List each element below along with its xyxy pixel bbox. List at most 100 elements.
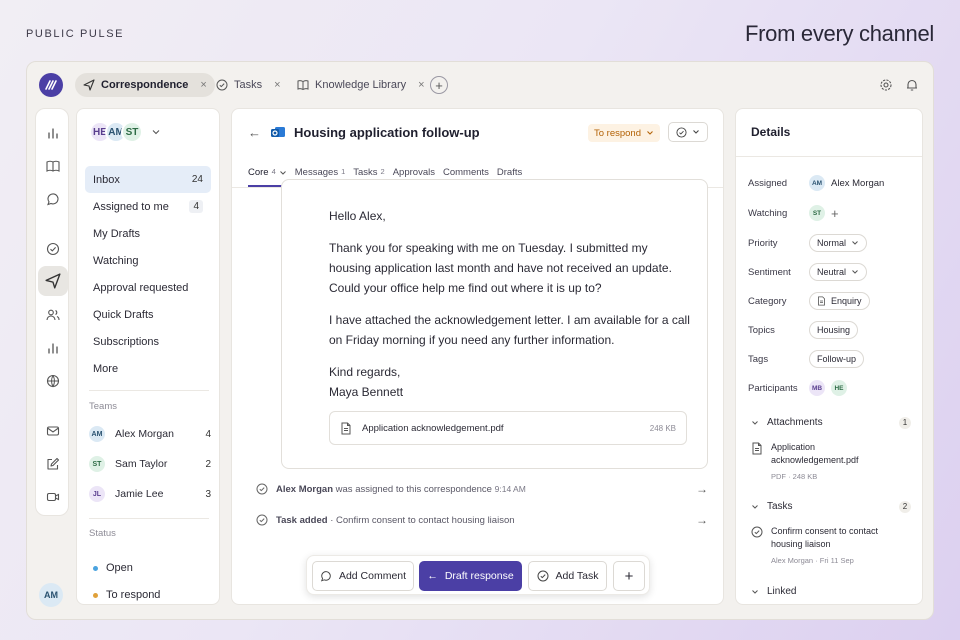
detail-label: Sentiment — [748, 266, 791, 278]
email-message: Hello Alex, Thank you for speaking with … — [281, 179, 708, 469]
task-item[interactable]: Confirm consent to contact housing liais… — [751, 525, 911, 567]
nav-label: Quick Drafts — [93, 308, 154, 321]
avatar-group[interactable]: HE AM ST — [89, 121, 161, 143]
close-icon[interactable]: × — [200, 79, 206, 91]
avatar: ST — [809, 205, 825, 221]
status-item-to-respond[interactable]: To respond — [93, 589, 160, 601]
status-badge[interactable]: To respond — [588, 124, 661, 142]
detail-category: Category Enquiry — [748, 291, 918, 311]
pill-value: Housing — [817, 325, 851, 335]
nav-assigned-to-me[interactable]: Assigned to me 4 — [85, 193, 211, 220]
user-avatar[interactable]: AM — [39, 583, 63, 607]
book-icon[interactable] — [44, 157, 62, 175]
detail-priority: Priority Normal — [748, 233, 918, 253]
bell-icon[interactable] — [905, 78, 919, 92]
book-icon — [297, 80, 309, 91]
close-icon[interactable]: × — [274, 79, 280, 91]
nav-subscriptions[interactable]: Subscriptions — [85, 328, 211, 355]
send-icon[interactable] — [38, 266, 68, 296]
nav-watching[interactable]: Watching — [85, 247, 211, 274]
logo-icon[interactable] — [39, 73, 63, 97]
email-signature: Maya Bennett — [329, 385, 404, 399]
tab-label: Tasks — [353, 167, 378, 178]
email-signoff: Kind regards, — [329, 365, 401, 379]
detail-label: Participants — [748, 382, 798, 394]
add-task-button[interactable]: Add Task — [528, 561, 607, 591]
arrow-right-icon[interactable]: → — [696, 482, 708, 496]
globe-icon[interactable] — [44, 372, 62, 390]
avatar: JL — [89, 486, 105, 502]
analytics-icon[interactable] — [44, 124, 62, 142]
users-icon[interactable] — [44, 306, 62, 324]
tasks-section[interactable]: Tasks 2 — [751, 500, 911, 513]
team-name: Sam Taylor — [115, 458, 168, 470]
close-icon[interactable]: × — [418, 79, 424, 91]
tagline: From every channel — [744, 21, 934, 46]
top-bar: Correspondence × Tasks × Knowledge Libra… — [27, 62, 933, 108]
status-item-open[interactable]: Open — [93, 562, 133, 574]
topic-pill[interactable]: Housing — [809, 321, 859, 339]
document-icon — [818, 296, 825, 306]
back-arrow-icon[interactable]: ← — [248, 125, 261, 140]
attachment-card[interactable]: Application acknowledgement.pdf 248 KB — [329, 411, 687, 445]
nav-quick-drafts[interactable]: Quick Drafts — [85, 301, 211, 328]
add-watcher-icon[interactable]: + — [831, 206, 839, 221]
nav-inbox[interactable]: Inbox 24 — [85, 166, 211, 193]
tab-knowledge-library[interactable]: Knowledge Library × — [289, 73, 433, 97]
status-label: To respond — [594, 127, 642, 139]
linked-section[interactable]: Linked — [751, 586, 911, 597]
arrow-left-icon: ← — [427, 570, 438, 582]
attachment-name: Application acknowledgement.pdf — [771, 442, 859, 465]
attachments-section[interactable]: Attachments 1 — [751, 416, 911, 429]
pill-value: Enquiry — [831, 296, 862, 306]
mail-icon[interactable] — [44, 422, 62, 440]
add-comment-button[interactable]: Add Comment — [312, 561, 414, 591]
team-item[interactable]: ST Sam Taylor 2 — [89, 453, 211, 475]
nav-label: Watching — [93, 254, 139, 267]
arrow-right-icon[interactable]: → — [696, 513, 708, 527]
sentiment-select[interactable]: Neutral — [809, 263, 868, 281]
team-item[interactable]: JL Jamie Lee 3 — [89, 483, 211, 505]
activity-item[interactable]: Task added · Confirm consent to contact … — [256, 510, 708, 530]
activity-item[interactable]: Alex Morgan was assigned to this corresp… — [256, 479, 708, 499]
avatar[interactable]: HE — [831, 380, 847, 396]
chat-icon[interactable] — [44, 190, 62, 208]
attachment-item[interactable]: Application acknowledgement.pdf PDF · 24… — [751, 441, 911, 483]
chevron-down-icon — [279, 171, 286, 175]
chevron-down-icon — [752, 589, 758, 594]
nav-my-drafts[interactable]: My Drafts — [85, 220, 211, 247]
resolve-button[interactable] — [668, 122, 708, 142]
category-pill[interactable]: Enquiry — [809, 292, 870, 310]
edit-icon[interactable] — [44, 455, 62, 473]
section-label: Tasks — [767, 501, 793, 512]
tab-tasks[interactable]: Tasks × — [208, 73, 289, 97]
status-dot — [93, 592, 98, 598]
video-icon[interactable] — [44, 488, 62, 506]
divider — [736, 156, 922, 157]
avatar[interactable]: MB — [809, 380, 825, 396]
nav-label: Approval requested — [93, 281, 189, 294]
team-item[interactable]: AM Alex Morgan 4 — [89, 423, 211, 445]
nav-approval-requested[interactable]: Approval requested — [85, 274, 211, 301]
more-actions-button[interactable]: + — [613, 561, 645, 591]
detail-label: Category — [748, 295, 787, 307]
activity-actor: Task added — [276, 514, 328, 526]
main-panel: ← Housing application follow-up To respo… — [231, 108, 724, 605]
chart-icon[interactable] — [44, 339, 62, 357]
nav-more[interactable]: More — [85, 355, 211, 382]
chevron-down-icon — [852, 241, 858, 245]
gear-icon[interactable] — [879, 78, 893, 92]
chevron-down-icon — [852, 270, 858, 274]
tab-label: Correspondence — [101, 79, 189, 91]
new-tab-button[interactable]: + — [430, 76, 448, 94]
detail-tags: Tags Follow-up — [748, 349, 918, 369]
priority-select[interactable]: Normal — [809, 234, 868, 252]
tab-label: Comments — [442, 167, 489, 178]
check-circle-icon[interactable] — [44, 240, 62, 258]
chevron-down-icon[interactable] — [151, 128, 161, 136]
draft-response-button[interactable]: ← Draft response — [419, 561, 522, 591]
tab-correspondence[interactable]: Correspondence × — [75, 73, 215, 97]
assignee-name[interactable]: Alex Morgan — [831, 178, 884, 189]
check-circle-icon — [537, 570, 548, 582]
tag-pill[interactable]: Follow-up — [809, 350, 865, 368]
